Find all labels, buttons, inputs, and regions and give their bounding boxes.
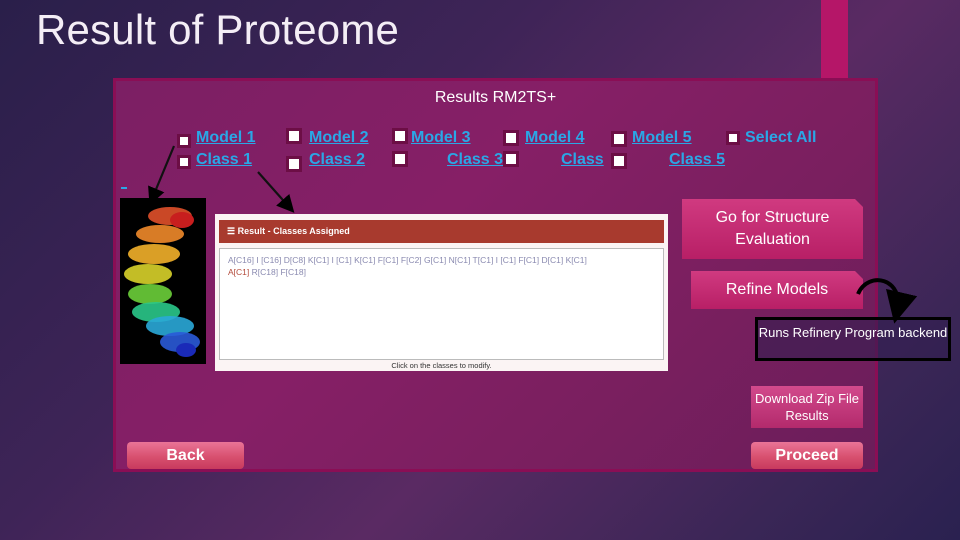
protein-structure-image — [120, 198, 206, 364]
model-4-checkbox[interactable] — [503, 130, 519, 146]
download-zip-button[interactable]: Download Zip File Results — [751, 386, 863, 428]
result-card-footer: Click on the classes to modify. — [391, 361, 492, 370]
proceed-button[interactable]: Proceed — [751, 442, 863, 469]
model-5-link[interactable]: Model 5 — [632, 129, 692, 147]
model-5-checkbox[interactable] — [611, 131, 627, 147]
class-1-link[interactable]: Class 1 — [196, 151, 252, 169]
class-3-link[interactable]: Class 3 — [447, 151, 503, 169]
class-sequence-box[interactable]: A[C16] I [C16] D[C8] K[C1] I [C1] K[C1] … — [219, 248, 664, 360]
results-panel: Results RM2TS+ Model 1 Model 2 Model 3 M… — [113, 78, 878, 472]
slide-title: Result of Proteome — [36, 6, 400, 53]
result-card: ☰ Result - Classes Assigned A[C16] I [C1… — [215, 214, 668, 371]
model-1-link[interactable]: Model 1 — [196, 129, 256, 147]
model-2-link[interactable]: Model 2 — [309, 129, 369, 147]
sequence-line-2-rest[interactable]: R[C18] F[C18] — [249, 267, 306, 277]
class-4-checkbox[interactable] — [503, 151, 519, 167]
model-2-checkbox[interactable] — [286, 128, 302, 144]
class-3-checkbox[interactable] — [392, 151, 408, 167]
model-3-link[interactable]: Model 3 — [411, 129, 471, 147]
select-all-checkbox[interactable] — [726, 131, 740, 145]
class-5-checkbox[interactable] — [611, 153, 627, 169]
back-button[interactable]: Back — [127, 442, 244, 469]
model-1-checkbox[interactable] — [177, 134, 191, 148]
underline-mark — [121, 187, 127, 189]
model-3-checkbox[interactable] — [392, 128, 408, 144]
model-4-link[interactable]: Model 4 — [525, 129, 585, 147]
panel-title: Results RM2TS+ — [434, 89, 557, 106]
sequence-line-1[interactable]: A[C16] I [C16] D[C8] K[C1] I [C1] K[C1] … — [228, 254, 655, 266]
class-1-checkbox[interactable] — [177, 155, 191, 169]
result-card-header: ☰ Result - Classes Assigned — [219, 220, 664, 243]
refinery-note: Runs Refinery Program backend — [755, 317, 951, 361]
class-2-link[interactable]: Class 2 — [309, 151, 365, 169]
structure-evaluation-button[interactable]: Go for Structure Evaluation — [682, 199, 863, 259]
select-all-label[interactable]: Select All — [745, 129, 816, 147]
class-4-link[interactable]: Class — [561, 151, 604, 169]
class-5-link[interactable]: Class 5 — [669, 151, 725, 169]
protein-ribbon-icon — [124, 207, 200, 357]
class-2-checkbox[interactable] — [286, 156, 302, 172]
sequence-red-token[interactable]: A[C1] — [228, 267, 249, 277]
refine-models-button[interactable]: Refine Models — [691, 271, 863, 309]
sequence-line-2[interactable]: A[C1] R[C18] F[C18] — [228, 266, 655, 278]
